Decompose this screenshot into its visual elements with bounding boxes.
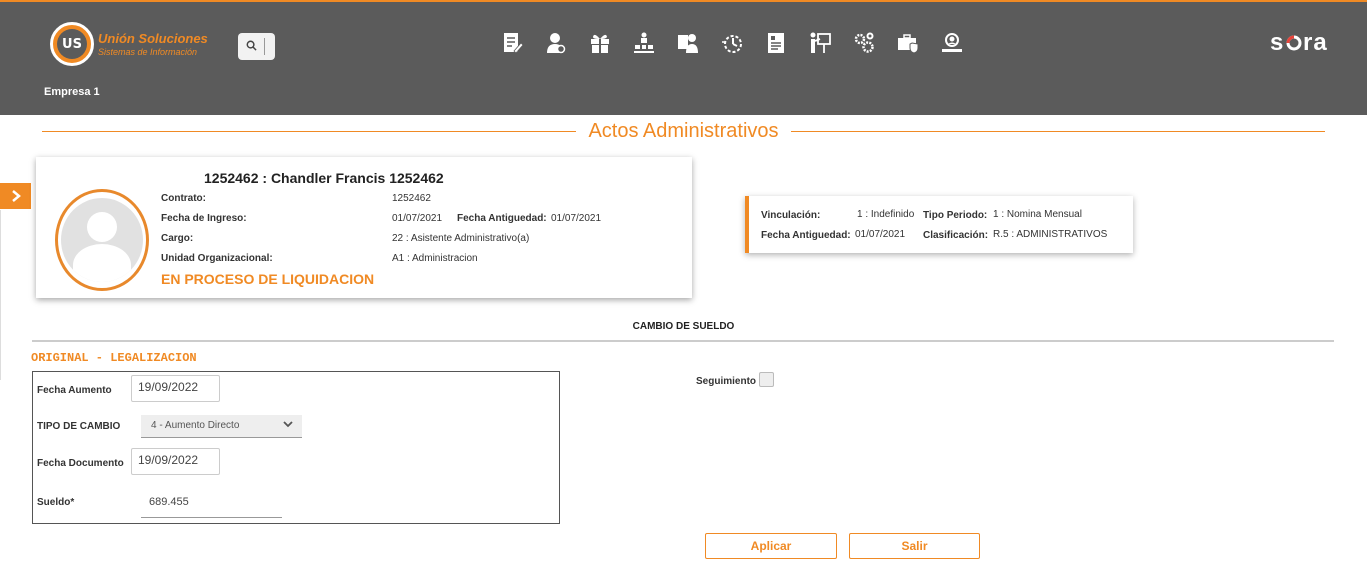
fecha-documento-input[interactable]: 19/09/2022 [131,448,220,475]
fecha-ingreso-value: 01/07/2021 [392,213,443,224]
gift-icon[interactable] [578,28,622,58]
salary-change-form: Fecha Aumento 19/09/2022 TIPO DE CAMBIO … [32,371,560,524]
search-button[interactable] [238,33,275,60]
tipo-cambio-label: TIPO DE CAMBIO [37,421,121,432]
chevron-right-icon [11,190,21,202]
timer-icon[interactable] [710,28,754,58]
document-edit-icon[interactable] [490,28,534,58]
sora-brand-logo: s ra [1270,29,1340,56]
clasificacion-label: Clasificación: [923,230,989,241]
page-title: Actos Administrativos [0,120,1367,142]
sidebar-edge [0,210,1,380]
vinculacion-label: Vinculación: [761,210,821,221]
cargo-value: 22 : Asistente Administrativo(a) [392,233,530,244]
user-search-icon[interactable] [930,28,974,58]
logo-mark: US [50,22,94,66]
user-clipboard-icon[interactable] [666,28,710,58]
top-header: US Unión Soluciones Sistemas de Informac… [0,0,1367,115]
settings-gears-icon[interactable] [842,28,886,58]
logo-title: Unión Soluciones [98,31,208,46]
tipo-cambio-value: 4 - Aumento Directo [151,420,240,431]
cargo-label: Cargo: [161,233,194,244]
seguimiento-checkbox[interactable] [759,372,774,387]
sueldo-input[interactable]: 689.455 [141,491,282,518]
sidebar-toggle-button[interactable] [0,183,31,209]
logo-subtitle: Sistemas de Información [98,47,198,57]
apply-button[interactable]: Aplicar [705,533,837,559]
svg-text:ra: ra [1303,30,1328,54]
fecha-ingreso-label: Fecha de Ingreso: [161,213,247,224]
user-placeholder-icon [61,198,143,282]
contract-info-card: Vinculación: 1 : Indefinido Tipo Periodo… [745,196,1133,253]
contrato-label: Contrato: [161,193,206,204]
unidad-value: A1 : Administracion [392,253,478,264]
svg-text:s: s [1270,30,1284,54]
search-separator [264,38,265,55]
form-divider [32,340,1334,342]
avatar [55,189,149,291]
fecha-documento-label: Fecha Documento [37,458,124,469]
company-name[interactable]: Empresa 1 [44,86,100,98]
fecha-antiguedad-label: Fecha Antiguedad: [457,213,547,224]
contrato-value: 1252462 [392,193,431,204]
sueldo-label: Sueldo* [37,497,75,508]
fecha-antiguedad-value: 01/07/2021 [551,213,602,224]
exit-button[interactable]: Salir [849,533,980,559]
tipo-periodo-value: 1 : Nomina Mensual [993,209,1082,220]
hierarchy-icon[interactable] [622,28,666,58]
fecha-aumento-input[interactable]: 19/09/2022 [131,375,220,402]
clasificacion-value: R.5 : ADMINISTRATIVOS [993,229,1108,240]
main-nav [490,28,974,58]
employee-card: 1252462 : Chandler Francis 1252462 Contr… [36,157,692,298]
logo-mark-text: US [57,29,87,59]
employee-name: 1252462 : Chandler Francis 1252462 [204,170,444,186]
form-section-title: CAMBIO DE SUELDO [632,321,735,332]
vinculacion-value: 1 : Indefinido [857,209,915,220]
seguimiento-label: Seguimiento [696,376,757,387]
search-icon [238,40,264,54]
briefcase-shield-icon[interactable] [886,28,930,58]
form-group-label: ORIGINAL - LEGALIZACION [31,351,197,365]
user-badge-icon[interactable] [534,28,578,58]
training-icon[interactable] [798,28,842,58]
status-badge: EN PROCESO DE LIQUIDACION [161,271,375,287]
tipo-cambio-select[interactable]: 4 - Aumento Directo [141,415,302,438]
info-fecha-antiguedad-label: Fecha Antiguedad: [761,230,851,241]
company-logo[interactable]: US Unión Soluciones Sistemas de Informac… [50,22,220,66]
info-fecha-antiguedad-value: 01/07/2021 [855,229,906,240]
tipo-periodo-label: Tipo Periodo: [923,210,988,221]
fecha-aumento-label: Fecha Aumento [37,385,112,396]
unidad-label: Unidad Organizacional: [161,253,273,264]
chevron-down-icon [282,418,294,433]
payslip-icon[interactable] [754,28,798,58]
